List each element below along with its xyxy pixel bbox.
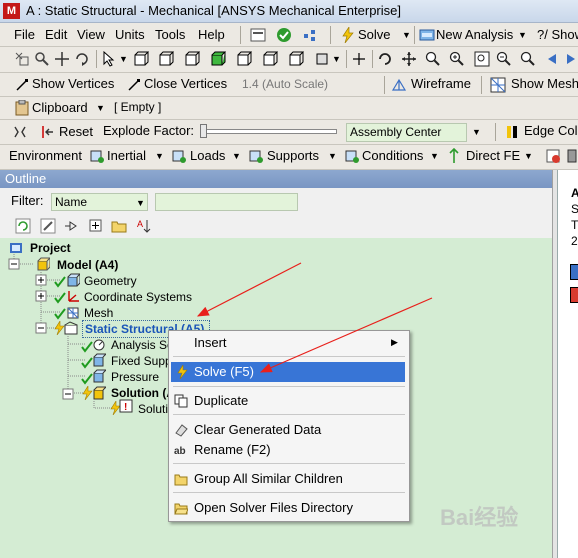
annotation-arrows	[196, 262, 433, 373]
annotation-arrow-static-structural	[196, 262, 302, 317]
baidu-watermark: Bai经验	[440, 505, 519, 530]
annotation-arrow-solve	[259, 297, 433, 373]
